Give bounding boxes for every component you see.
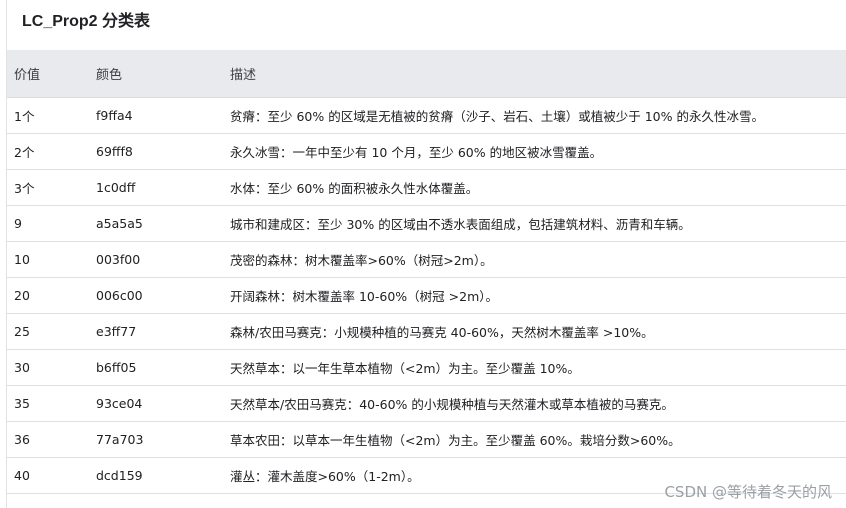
cell-value: 25	[7, 313, 89, 350]
csdn-watermark: CSDN @等待着冬天的风	[664, 483, 832, 501]
column-header-description: 描述	[223, 50, 846, 98]
cell-color: 003f00	[89, 241, 223, 278]
cell-description: 天然草本/农田马赛克：40-60% 的小规模种植与天然灌木或草本植被的马赛克。	[223, 385, 846, 422]
cell-color: f9ffa4	[89, 97, 223, 134]
cell-value: 10	[7, 241, 89, 278]
table-row: 36 77a703 草本农田：以草本一年生植物（<2m）为主。至少覆盖 60%。…	[7, 421, 846, 458]
table-row: 9 a5a5a5 城市和建成区：至少 30% 的区域由不透水表面组成，包括建筑材…	[7, 205, 846, 242]
cell-value: 40	[7, 457, 89, 494]
table-row: 2个 69fff8 永久冰雪：一年中至少有 10 个月，至少 60% 的地区被冰…	[7, 133, 846, 170]
cell-value: 2个	[7, 133, 89, 170]
table-header-row: 价值 颜色 描述	[7, 50, 846, 98]
cell-value: 30	[7, 349, 89, 386]
cell-description: 森林/农田马赛克：小规模种植的马赛克 40-60%，天然树木覆盖率 >10%。	[223, 313, 846, 350]
cell-value: 36	[7, 421, 89, 458]
cell-color: 93ce04	[89, 385, 223, 422]
cell-color: 77a703	[89, 421, 223, 458]
cell-description: 开阔森林：树木覆盖率 10-60%（树冠 >2m）。	[223, 277, 846, 314]
table-title: LC_Prop2 分类表	[22, 13, 151, 30]
classification-table: 价值 颜色 描述 1个 f9ffa4 贫瘠：至少 60% 的区域是无植被的贫瘠（…	[7, 50, 846, 494]
column-header-value: 价值	[7, 50, 89, 98]
cell-value: 1个	[7, 97, 89, 134]
cell-color: a5a5a5	[89, 205, 223, 242]
table-row: 10 003f00 茂密的森林：树木覆盖率>60%（树冠>2m）。	[7, 241, 846, 278]
table-row: 20 006c00 开阔森林：树木覆盖率 10-60%（树冠 >2m）。	[7, 277, 846, 314]
cell-value: 35	[7, 385, 89, 422]
cell-color: dcd159	[89, 457, 223, 494]
column-header-color: 颜色	[89, 50, 223, 98]
cell-color: 006c00	[89, 277, 223, 314]
cell-description: 水体：至少 60% 的面积被永久性水体覆盖。	[223, 169, 846, 206]
cell-value: 3个	[7, 169, 89, 206]
cell-color: 69fff8	[89, 133, 223, 170]
cell-description: 贫瘠：至少 60% 的区域是无植被的贫瘠（沙子、岩石、土壤）或植被少于 10% …	[223, 97, 846, 134]
table-row: 30 b6ff05 天然草本：以一年生草本植物（<2m）为主。至少覆盖 10%。	[7, 349, 846, 386]
cell-description: 永久冰雪：一年中至少有 10 个月，至少 60% 的地区被冰雪覆盖。	[223, 133, 846, 170]
cell-color: 1c0dff	[89, 169, 223, 206]
cell-description: 城市和建成区：至少 30% 的区域由不透水表面组成，包括建筑材料、沥青和车辆。	[223, 205, 846, 242]
cell-description: 茂密的森林：树木覆盖率>60%（树冠>2m）。	[223, 241, 846, 278]
cell-color: b6ff05	[89, 349, 223, 386]
cell-value: 9	[7, 205, 89, 242]
cell-color: e3ff77	[89, 313, 223, 350]
table-row: 35 93ce04 天然草本/农田马赛克：40-60% 的小规模种植与天然灌木或…	[7, 385, 846, 422]
table-row: 1个 f9ffa4 贫瘠：至少 60% 的区域是无植被的贫瘠（沙子、岩石、土壤）…	[7, 97, 846, 134]
cell-description: 草本农田：以草本一年生植物（<2m）为主。至少覆盖 60%。栽培分数>60%。	[223, 421, 846, 458]
cell-description: 天然草本：以一年生草本植物（<2m）为主。至少覆盖 10%。	[223, 349, 846, 386]
table-row: 3个 1c0dff 水体：至少 60% 的面积被永久性水体覆盖。	[7, 169, 846, 206]
cell-value: 20	[7, 277, 89, 314]
table-row: 25 e3ff77 森林/农田马赛克：小规模种植的马赛克 40-60%，天然树木…	[7, 313, 846, 350]
